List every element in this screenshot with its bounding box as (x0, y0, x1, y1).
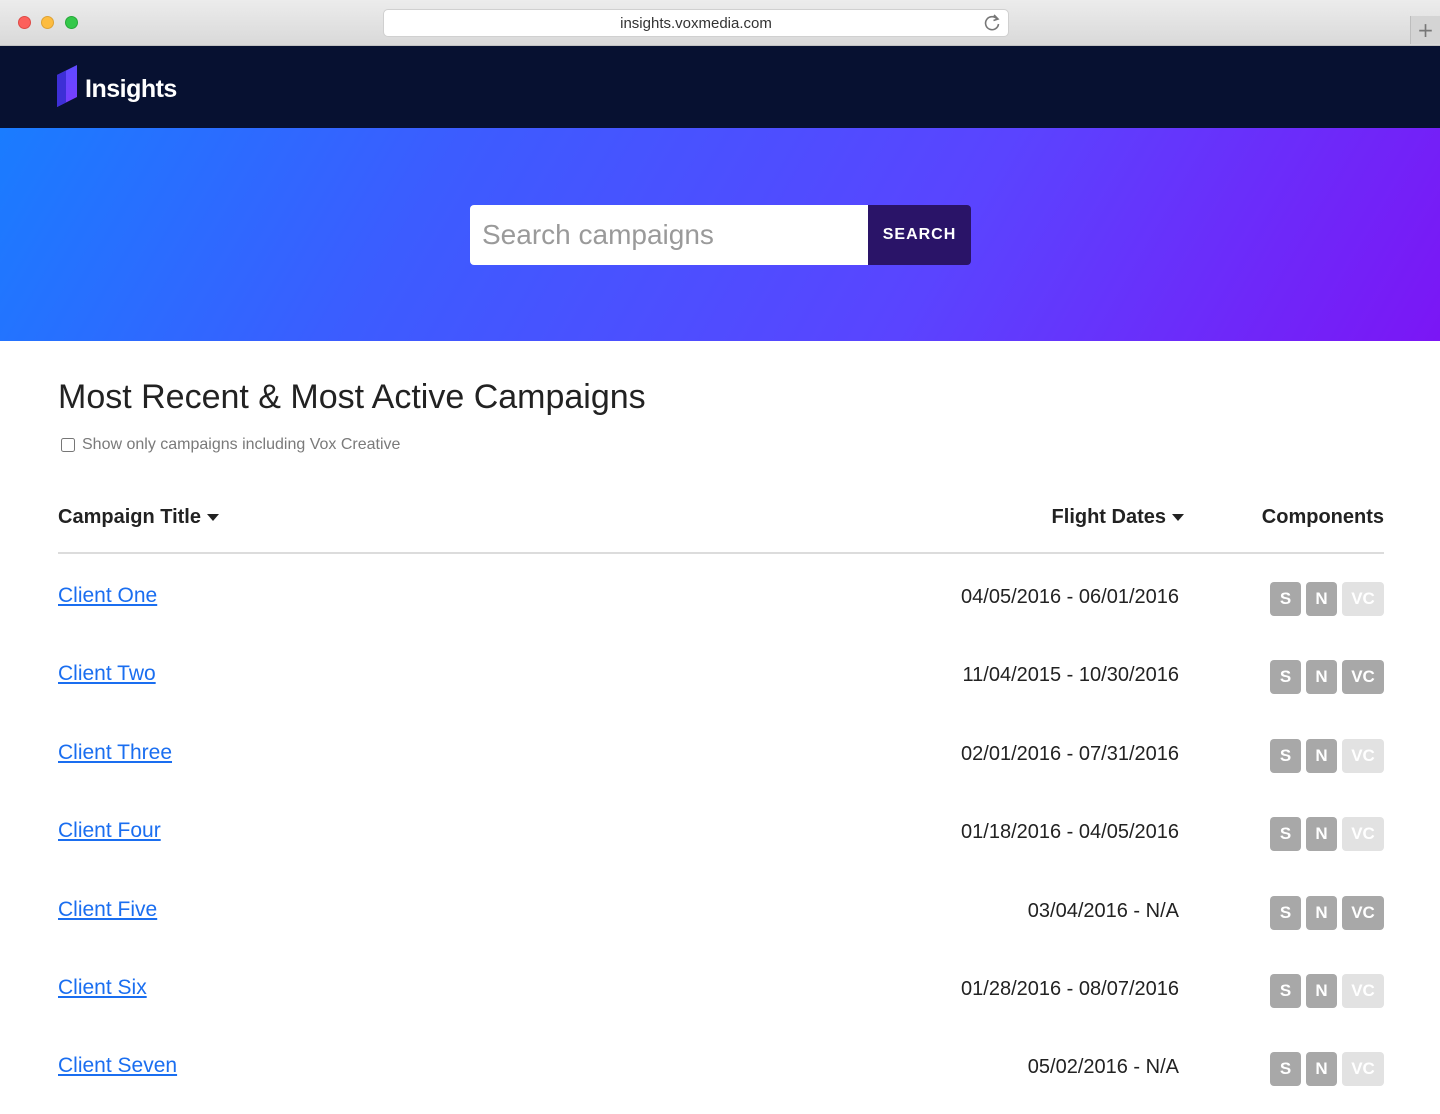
component-badge-vc: VC (1342, 895, 1384, 930)
component-badge-n: N (1306, 738, 1337, 773)
column-header-title: Campaign Title (58, 506, 201, 528)
minimize-window-button[interactable] (41, 16, 54, 29)
component-badge-n: N (1306, 1052, 1337, 1087)
component-badges: S N VC (1270, 817, 1384, 852)
reload-icon[interactable] (982, 13, 1002, 33)
search-form: SEARCH (470, 205, 971, 265)
component-badge-vc: VC (1342, 582, 1384, 616)
table-header: Campaign Title Flight Dates Components (58, 498, 1384, 554)
table-row: Client Four 01/18/2016 - 04/05/2016 S N VC (58, 789, 1384, 867)
table-row: Client Five 03/04/2016 - N/A S N VC (58, 868, 1384, 946)
campaign-title-link[interactable]: Client Five (58, 898, 157, 922)
campaign-title-link[interactable]: Client Two (58, 662, 156, 686)
component-badges: S N VC (1270, 738, 1384, 773)
component-badge-s: S (1270, 973, 1301, 1008)
caret-down-icon (207, 514, 219, 521)
table-row: Client Seven 05/02/2016 - N/A S N VC (58, 1024, 1384, 1102)
component-badge-s: S (1270, 582, 1301, 616)
campaign-title-link[interactable]: Client One (58, 584, 157, 608)
component-badge-n: N (1306, 895, 1337, 930)
logo-text: Insights (85, 75, 177, 103)
component-badge-s: S (1270, 895, 1301, 930)
url-text: insights.voxmedia.com (620, 14, 772, 32)
vox-creative-checkbox[interactable] (61, 438, 75, 452)
column-header-dates: Flight Dates (1051, 506, 1166, 528)
close-window-button[interactable] (18, 16, 31, 29)
component-badge-vc: VC (1342, 817, 1384, 852)
vox-creative-filter-label: Show only campaigns including Vox Creati… (82, 436, 401, 453)
component-badge-vc: VC (1342, 1052, 1384, 1087)
campaign-title-link[interactable]: Client Seven (58, 1054, 177, 1078)
campaign-title-link[interactable]: Client Six (58, 976, 147, 1000)
component-badges: S N VC (1270, 973, 1384, 1008)
component-badge-n: N (1306, 660, 1337, 695)
flight-dates: 01/28/2016 - 08/07/2016 (961, 977, 1179, 1000)
top-navigation (0, 46, 1440, 128)
component-badges: S N VC (1270, 660, 1384, 695)
campaigns-table: Campaign Title Flight Dates Components C… (58, 498, 1384, 1103)
caret-down-icon (1172, 514, 1184, 521)
insights-logo[interactable]: Insights (57, 65, 177, 114)
component-badge-s: S (1270, 1052, 1301, 1087)
table-row: Client Three 02/01/2016 - 07/31/2016 S N VC (58, 711, 1384, 789)
table-row: Client Two 11/04/2015 - 10/30/2016 S N VC (58, 632, 1384, 710)
browser-chrome: insights.voxmedia.com + (0, 0, 1440, 46)
component-badges: S N VC (1270, 582, 1384, 616)
table-row: Client One 04/05/2016 - 06/01/2016 S N VC (58, 554, 1384, 632)
plus-icon: + (1417, 18, 1434, 42)
component-badge-vc: VC (1342, 738, 1384, 773)
flight-dates: 11/04/2015 - 10/30/2016 (962, 664, 1179, 687)
table-body: Client One 04/05/2016 - 06/01/2016 S N VC Cli… (58, 554, 1384, 1103)
campaign-title-link[interactable]: Client Four (58, 819, 161, 843)
insights-logo-icon (57, 65, 79, 114)
component-badge-n: N (1306, 973, 1337, 1008)
campaign-title-link[interactable]: Client Three (58, 741, 172, 765)
flight-dates: 01/18/2016 - 04/05/2016 (961, 821, 1179, 844)
component-badges: S N VC (1270, 1052, 1384, 1087)
component-badge-vc: VC (1342, 973, 1384, 1008)
flight-dates: 05/02/2016 - N/A (1027, 1056, 1179, 1079)
component-badge-s: S (1270, 738, 1301, 773)
component-badge-s: S (1270, 660, 1301, 695)
vox-creative-filter[interactable]: Show only campaigns including Vox Creati… (61, 436, 400, 454)
component-badges: S N VC (1270, 895, 1384, 930)
component-badge-s: S (1270, 817, 1301, 852)
flight-dates: 02/01/2016 - 07/31/2016 (961, 742, 1179, 765)
table-row: Client Six 01/28/2016 - 08/07/2016 S N VC (58, 946, 1384, 1024)
column-header-components: Components (1261, 506, 1384, 528)
address-bar[interactable]: insights.voxmedia.com (383, 9, 1009, 37)
component-badge-vc: VC (1342, 660, 1384, 695)
sort-campaign-title[interactable]: Campaign Title (58, 506, 219, 529)
component-badge-n: N (1306, 817, 1337, 852)
component-badge-n: N (1306, 582, 1337, 616)
page-title: Most Recent & Most Active Campaigns (58, 378, 646, 416)
search-input[interactable] (470, 205, 868, 265)
search-button[interactable]: SEARCH (868, 205, 971, 265)
flight-dates: 03/04/2016 - N/A (1027, 899, 1179, 922)
zoom-window-button[interactable] (65, 16, 78, 29)
flight-dates: 04/05/2016 - 06/01/2016 (961, 586, 1179, 608)
sort-flight-dates[interactable]: Flight Dates (1052, 506, 1184, 529)
new-tab-button[interactable]: + (1410, 16, 1440, 44)
